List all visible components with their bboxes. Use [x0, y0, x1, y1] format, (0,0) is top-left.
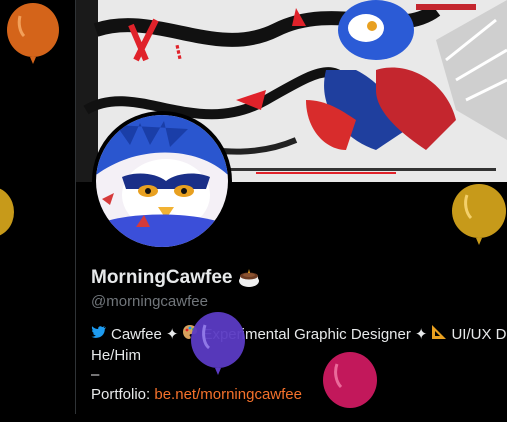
display-name-row: MorningCawfee	[91, 266, 261, 290]
sparkle-icon: ✦	[414, 326, 428, 343]
avatar[interactable]	[92, 111, 232, 251]
bio-line-2: He/Him	[91, 346, 142, 364]
bird-icon	[91, 325, 107, 345]
bio-segment: UI/UX D	[451, 326, 507, 343]
display-name: MorningCawfee	[91, 267, 233, 288]
balloon-gold-left	[0, 188, 14, 236]
balloon-purple	[191, 312, 245, 375]
profile-bio: Cawfee ✦ Experimental Graphic Designer ✦…	[91, 324, 507, 404]
bio-line-3: –	[91, 366, 100, 383]
bio-segment: Cawfee	[111, 326, 162, 343]
avatar-image	[96, 115, 228, 247]
portfolio-label: Portfolio:	[91, 385, 151, 403]
bio-line-4: Portfolio: be.net/morningcawfee	[91, 385, 507, 405]
balloon-magenta	[323, 352, 377, 408]
triangle-ruler-icon	[431, 324, 447, 346]
user-handle: @morningcawfee	[91, 293, 208, 310]
bio-line-1: Cawfee ✦ Experimental Graphic Designer ✦…	[91, 324, 507, 346]
balloon-orange	[7, 3, 59, 64]
cake-icon	[237, 266, 261, 290]
sparkle-icon: ✦	[165, 326, 179, 343]
portfolio-link[interactable]: be.net/morningcawfee	[154, 385, 302, 405]
balloon-gold-right	[452, 184, 506, 245]
